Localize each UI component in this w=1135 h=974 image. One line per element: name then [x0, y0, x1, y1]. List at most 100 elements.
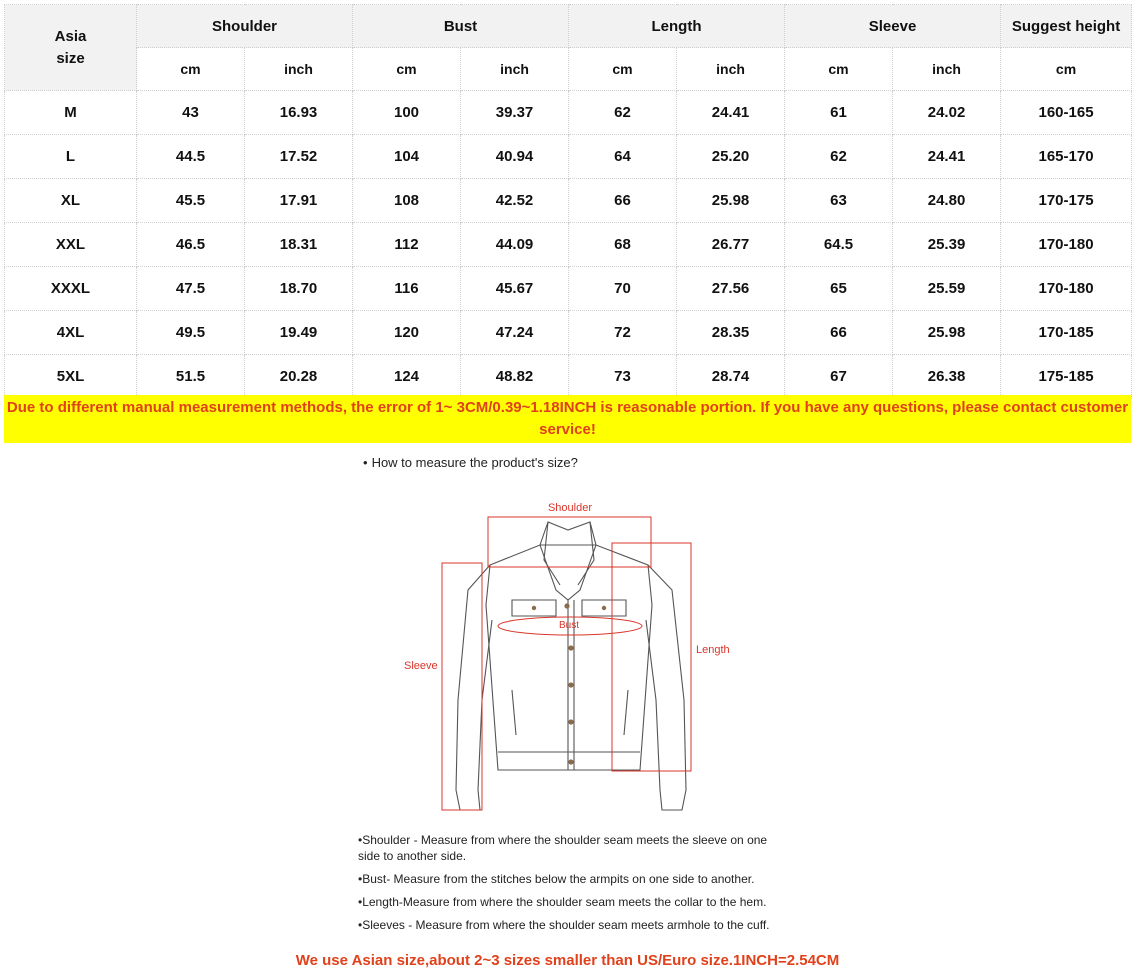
size-cell: L	[4, 134, 137, 179]
size-cell: XL	[4, 178, 137, 223]
table-row: 5XL 51.5 20.28 124 48.82 73 28.74 67 26.38 175-18…	[4, 354, 1133, 399]
unit-cell: inch	[676, 47, 786, 91]
table-cell: 24.02	[892, 90, 1002, 135]
bust-note: •Bust- Measure from the stitches below t…	[358, 872, 755, 886]
asia-header-line1: Asia	[54, 27, 87, 45]
table-cell: 49.5	[136, 310, 245, 355]
table-cell: 51.5	[136, 354, 245, 399]
unit-header-row: cm inch cm inch cm inch cm inch cm	[5, 47, 1133, 91]
sleeve-label: Sleeve	[404, 660, 438, 672]
table-row: M 43 16.93 100 39.37 62 24.41 61 24.02 160-165	[4, 90, 1133, 135]
table-cell: 112	[352, 222, 462, 267]
table-cell: 24.41	[892, 134, 1002, 179]
table-cell: 44.5	[136, 134, 245, 179]
size-cell: XXL	[4, 222, 137, 267]
table-cell: 26.38	[892, 354, 1002, 399]
table-cell: 175-185	[1000, 354, 1133, 399]
table-row: XL 45.5 17.91 108 42.52 66 25.98 63 24.80 170-175	[4, 178, 1133, 223]
size-cell: 4XL	[4, 310, 137, 355]
table-cell: 70	[568, 266, 678, 311]
table-cell: 120	[352, 310, 462, 355]
table-cell: 66	[568, 178, 678, 223]
unit-cell: inch	[460, 47, 570, 91]
table-cell: 19.49	[243, 310, 354, 355]
table-row: L 44.5 17.52 104 40.94 64 25.20 62 24.41 165-170	[4, 134, 1133, 179]
asia-header-line2: size	[56, 49, 85, 67]
table-cell: 68	[568, 222, 678, 267]
table-cell: 39.37	[460, 90, 570, 135]
table-cell: 48.82	[460, 354, 570, 399]
table-cell: 62	[568, 90, 678, 135]
table-cell: 28.74	[676, 354, 786, 399]
table-cell: 66	[784, 310, 894, 355]
shoulder-note: •Shoulder - Measure from where the shoul…	[358, 833, 768, 863]
size-cell: XXXL	[4, 266, 137, 311]
table-cell: 170-180	[1000, 222, 1133, 267]
table-cell: 44.09	[460, 222, 570, 267]
jacket-measure-diagram: Shoulder Bust Length Sleeve	[404, 502, 730, 811]
table-cell: 104	[352, 134, 462, 179]
unit-cell: cm	[136, 47, 245, 91]
how-to-measure-text: How to measure the product's size?	[371, 455, 578, 470]
table-row: XXXL 47.5 18.70 116 45.67 70 27.56 65 25.59 170-1…	[4, 266, 1133, 311]
table-header-row: Asia size Shoulder Bust Length Sleeve Su…	[4, 4, 1133, 91]
table-row: 4XL 49.5 19.49 120 47.24 72 28.35 66 25.98 170-18…	[4, 310, 1133, 355]
table-cell: 18.31	[243, 222, 354, 267]
length-note: •Length-Measure from where the shoulder …	[358, 895, 767, 909]
measurement-notes: •Shoulder - Measure from where the shoul…	[358, 832, 790, 940]
length-header: Length	[568, 4, 786, 48]
how-to-measure-heading: • How to measure the product's size?	[363, 455, 578, 470]
table-cell: 64.5	[784, 222, 894, 267]
table-cell: 47.5	[136, 266, 245, 311]
sleeve-note: •Sleeves - Measure from where the should…	[358, 918, 770, 932]
table-cell: 160-165	[1000, 90, 1133, 135]
table-cell: 40.94	[460, 134, 570, 179]
table-cell: 63	[784, 178, 894, 223]
table-cell: 67	[784, 354, 894, 399]
unit-cell: inch	[892, 47, 1002, 91]
unit-cell: cm	[1000, 47, 1133, 91]
table-cell: 61	[784, 90, 894, 135]
table-cell: 170-180	[1000, 266, 1133, 311]
table-cell: 124	[352, 354, 462, 399]
asian-size-footer: We use Asian size,about 2~3 sizes smalle…	[295, 952, 840, 969]
asia-size-header: Asia size	[4, 4, 137, 91]
table-cell: 170-185	[1000, 310, 1133, 355]
table-cell: 46.5	[136, 222, 245, 267]
table-cell: 24.80	[892, 178, 1002, 223]
bust-header: Bust	[352, 4, 570, 48]
table-cell: 42.52	[460, 178, 570, 223]
table-cell: 108	[352, 178, 462, 223]
table-cell: 65	[784, 266, 894, 311]
table-cell: 100	[352, 90, 462, 135]
table-cell: 47.24	[460, 310, 570, 355]
table-cell: 64	[568, 134, 678, 179]
table-cell: 73	[568, 354, 678, 399]
table-cell: 26.77	[676, 222, 786, 267]
size-cell: 5XL	[4, 354, 137, 399]
table-cell: 18.70	[243, 266, 354, 311]
size-cell: M	[4, 90, 137, 135]
table-cell: 170-175	[1000, 178, 1133, 223]
table-row: XXL 46.5 18.31 112 44.09 68 26.77 64.5 25.39 170-…	[4, 222, 1133, 267]
table-cell: 25.20	[676, 134, 786, 179]
table-cell: 27.56	[676, 266, 786, 311]
table-cell: 17.52	[243, 134, 354, 179]
table-cell: 24.41	[676, 90, 786, 135]
table-cell: 72	[568, 310, 678, 355]
table-body: M 43 16.93 100 39.37 62 24.41 61 24.02 160-165 L 44…	[4, 90, 1133, 399]
sleeve-header: Sleeve	[784, 4, 1002, 48]
table-cell: 45.67	[460, 266, 570, 311]
unit-cell: inch	[243, 47, 354, 91]
table-cell: 25.98	[892, 310, 1002, 355]
table-cell: 25.59	[892, 266, 1002, 311]
table-cell: 17.91	[243, 178, 354, 223]
unit-cell: cm	[784, 47, 894, 91]
suggest-height-header: Suggest height	[1000, 4, 1133, 48]
unit-cell: cm	[352, 47, 462, 91]
table-cell: 25.98	[676, 178, 786, 223]
table-cell: 25.39	[892, 222, 1002, 267]
size-chart-table: Asia size Shoulder Bust Length Sleeve Su…	[4, 4, 1133, 399]
shoulder-label: Shoulder	[548, 502, 592, 514]
table-cell: 16.93	[243, 90, 354, 135]
